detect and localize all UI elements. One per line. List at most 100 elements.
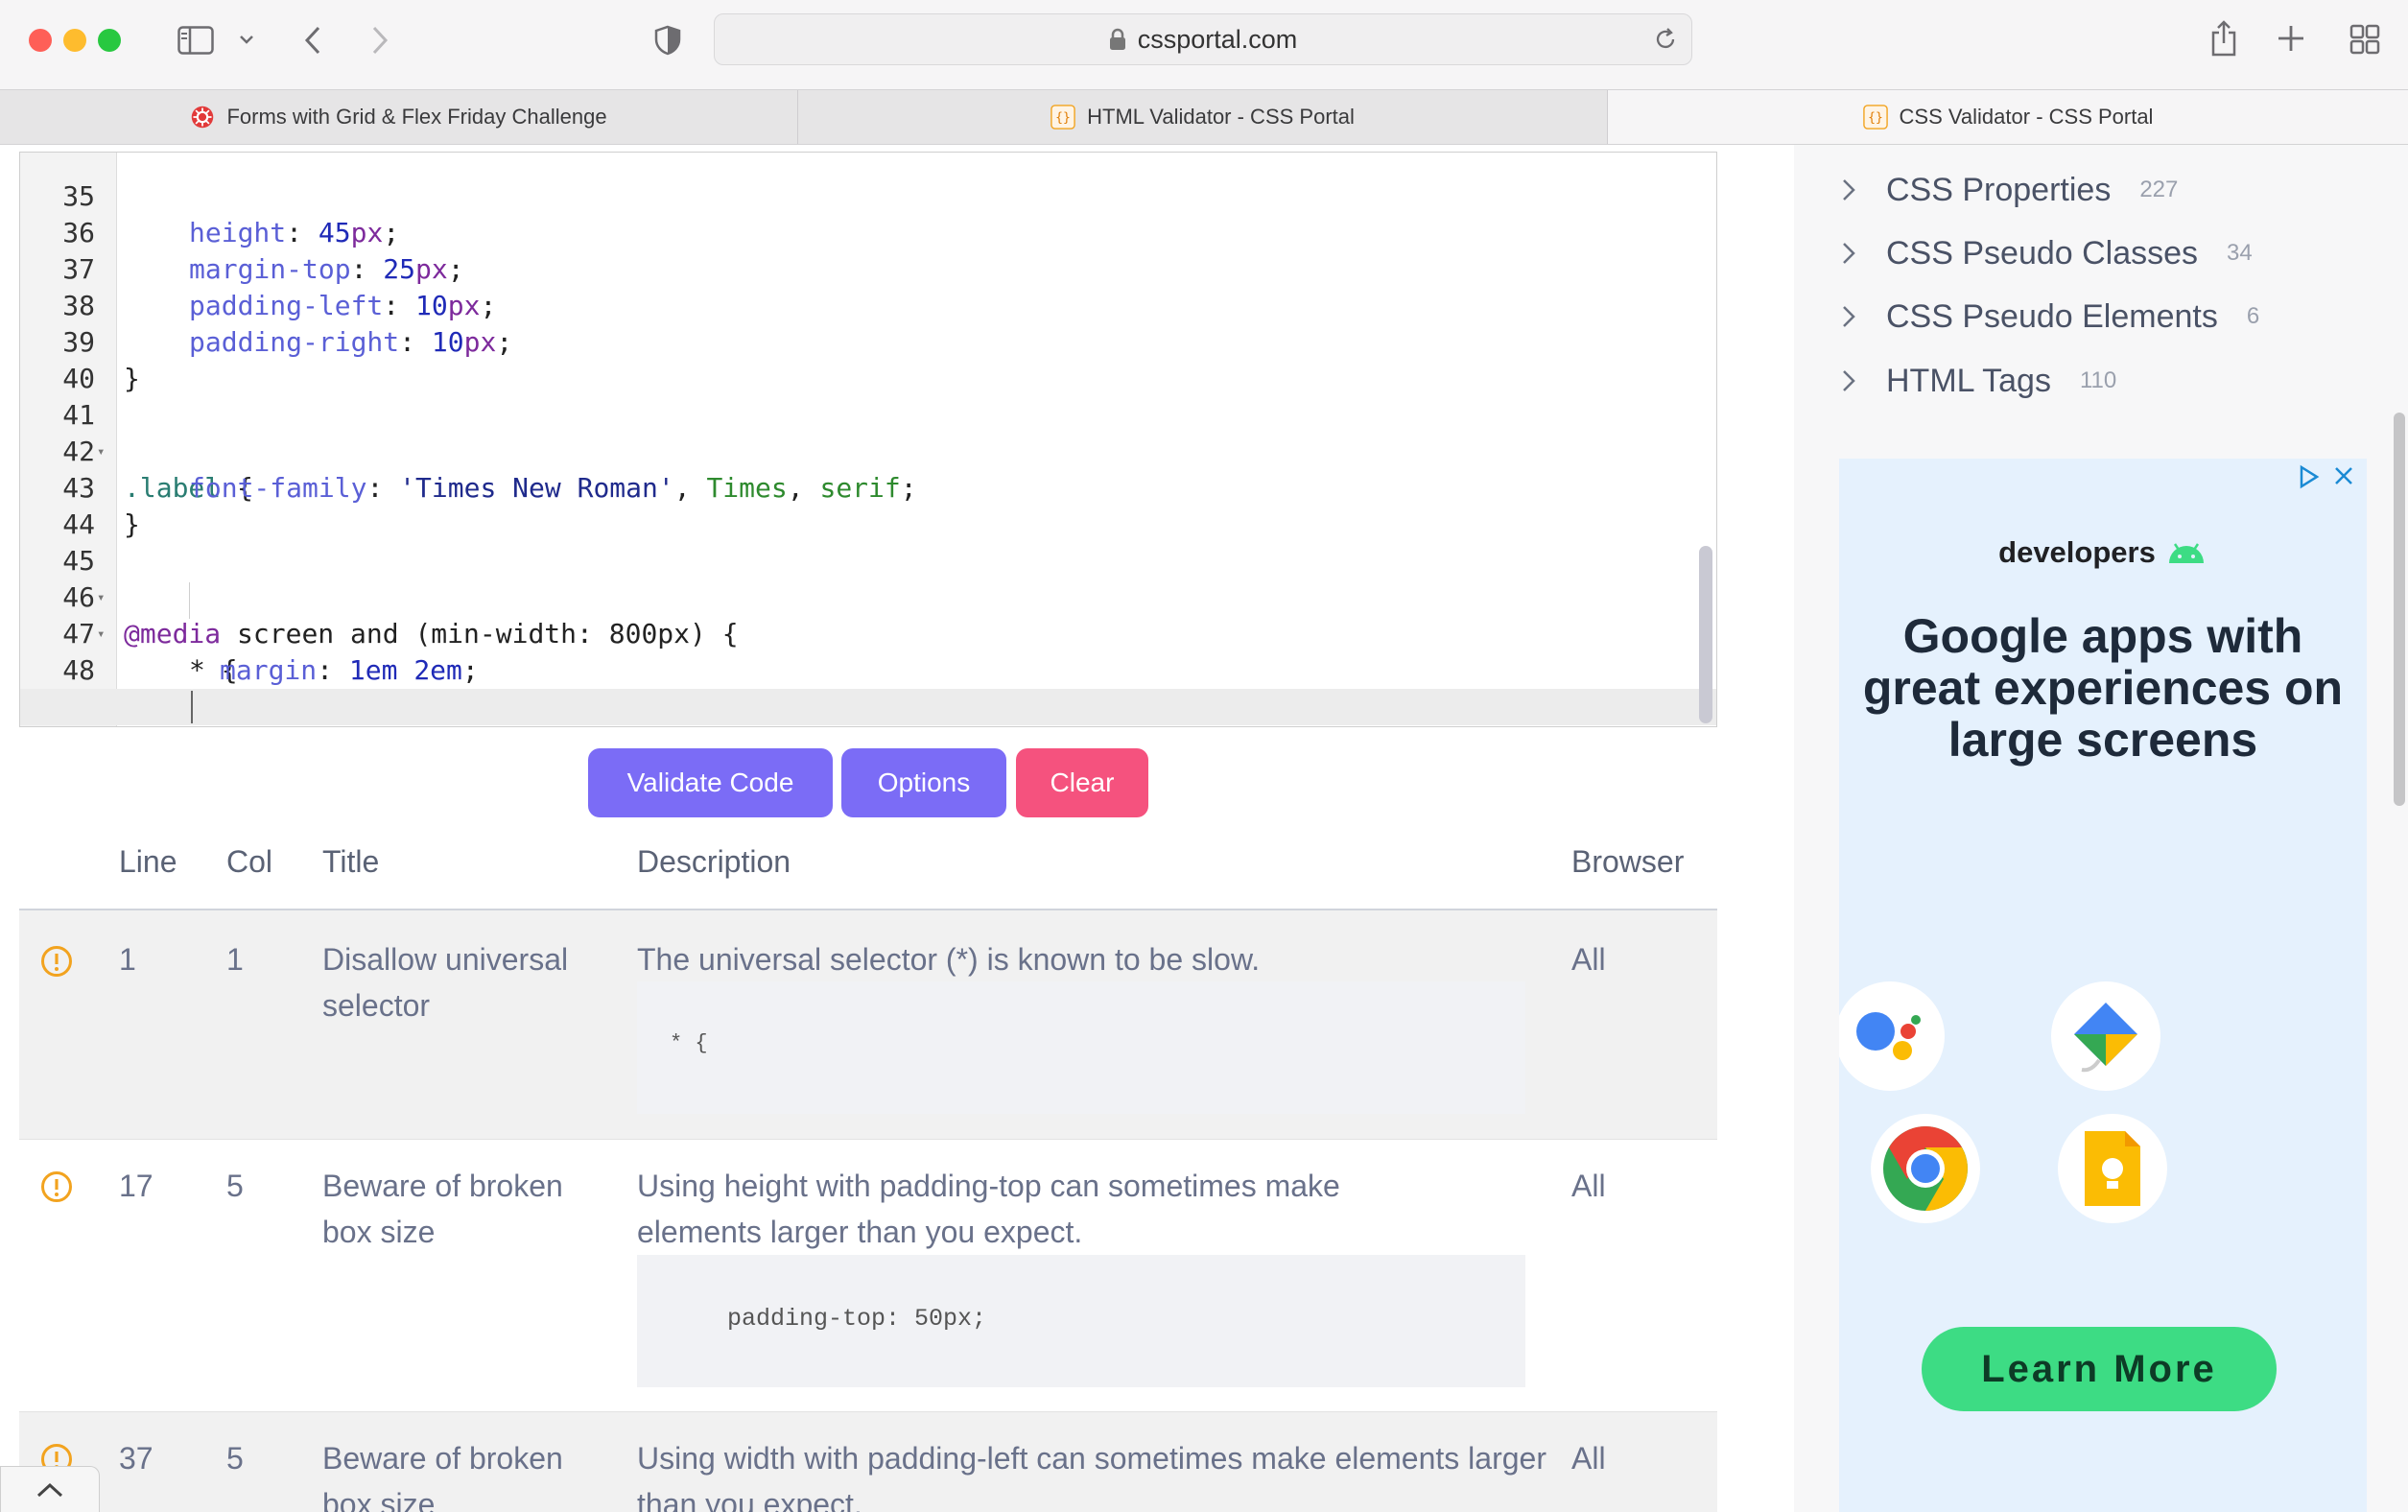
sidebar-item-label: CSS Pseudo Elements <box>1886 297 2218 335</box>
android-icon <box>2168 543 2204 563</box>
share-icon[interactable] <box>2207 17 2241 59</box>
row-title: Disallow universal selector <box>322 942 569 1023</box>
code-line: 43 } <box>20 434 1716 540</box>
lock-icon <box>1109 28 1126 51</box>
google-assistant-icon <box>1839 981 1945 1091</box>
column-header-col: Col <box>226 844 273 879</box>
new-tab-icon[interactable] <box>2276 23 2306 54</box>
row-col: 1 <box>226 942 244 977</box>
address-bar[interactable]: cssportal.com <box>714 13 1692 65</box>
sidebar-item-label: CSS Properties <box>1886 171 2112 208</box>
svg-text:{}: {} <box>1868 111 1883 126</box>
cssportal-favicon-icon: {} <box>1051 105 1075 130</box>
table-row: 1 1 Disallow universal selector The univ… <box>19 910 1717 1140</box>
code-line: 44 <box>20 470 1716 540</box>
code-snippet: padding-top: 50px; <box>637 1255 1525 1387</box>
column-header-browser: Browser <box>1571 844 1685 879</box>
line-number: 50 <box>20 725 95 726</box>
chevron-right-icon <box>1842 369 1865 392</box>
google-kite-icon <box>2051 981 2160 1091</box>
code-line-current: 50 <box>20 689 1716 725</box>
sidebar-item-html-tags[interactable]: HTML Tags 110 <box>1842 357 2116 405</box>
cssportal-favicon-icon: {} <box>1862 105 1888 130</box>
chevron-right-icon <box>1842 242 1865 265</box>
tab-bar: Forms with Grid & Flex Friday Challenge … <box>0 89 2408 145</box>
sidebar-item-css-pseudo-elements[interactable]: CSS Pseudo Elements 6 <box>1842 293 2259 341</box>
collapse-panel-button[interactable] <box>0 1466 100 1512</box>
sidebar-item-count: 227 <box>2139 177 2179 202</box>
browser-toolbar: cssportal.com <box>0 0 2408 89</box>
code-line: 39 } <box>20 288 1716 394</box>
privacy-shield-icon[interactable] <box>650 23 685 58</box>
column-header-line: Line <box>119 844 177 879</box>
table-row: 37 5 Beware of broken box size Using wid… <box>19 1412 1717 1512</box>
code-line: 41 ▾ .label { <box>20 361 1716 504</box>
chevron-right-icon <box>1842 305 1865 328</box>
warning-icon <box>41 1171 72 1202</box>
learn-more-button[interactable]: Learn More <box>1922 1327 2277 1411</box>
reload-icon[interactable] <box>1653 27 1678 59</box>
back-button[interactable] <box>297 21 328 59</box>
options-button[interactable]: Options <box>841 748 1006 817</box>
svg-text:{}: {} <box>1055 111 1071 126</box>
clear-button[interactable]: Clear <box>1016 748 1148 817</box>
code-snippet: * { <box>637 981 1525 1114</box>
tab-forms-challenge[interactable]: Forms with Grid & Flex Friday Challenge <box>0 90 798 144</box>
ad-choices-icon[interactable] <box>2298 464 2325 491</box>
ad-headline: Google apps with great experiences on la… <box>1862 609 2344 767</box>
code-line: 45 ▾ @media screen and (min-width: 800px… <box>20 507 1716 650</box>
chevron-down-icon[interactable] <box>236 29 257 50</box>
column-header-description: Description <box>637 844 791 879</box>
row-description: Using width with padding-left can someti… <box>637 1441 1546 1512</box>
tab-overview-icon[interactable] <box>2349 23 2381 56</box>
chevron-up-icon <box>36 1482 63 1497</box>
tab-title: CSS Validator - CSS Portal <box>1899 105 2154 129</box>
url-text: cssportal.com <box>1137 24 1298 54</box>
column-header-title: Title <box>322 844 380 879</box>
code-line: 48 } <box>20 616 1716 722</box>
row-col: 5 <box>226 1169 244 1203</box>
sidebar-item-css-properties[interactable]: CSS Properties 227 <box>1842 166 2178 214</box>
row-line: 1 <box>119 942 136 977</box>
code-line: 46 ▾ * { <box>20 543 1716 686</box>
sidebar-item-css-pseudo-classes[interactable]: CSS Pseudo Classes 34 <box>1842 229 2253 277</box>
row-browser: All <box>1571 942 1606 977</box>
sidebar-item-label: HTML Tags <box>1886 362 2051 399</box>
row-title: Beware of broken box size <box>322 1441 563 1512</box>
row-line: 17 <box>119 1169 153 1203</box>
code-line: 38 padding-right: 10px; <box>20 251 1716 358</box>
table-row: 17 5 Beware of broken box size Using hei… <box>19 1140 1717 1412</box>
validate-code-button[interactable]: Validate Code <box>588 748 833 817</box>
row-browser: All <box>1571 1441 1606 1476</box>
code-line: 37 padding-left: 10px; <box>20 215 1716 321</box>
ad-close-icon[interactable] <box>2332 464 2359 491</box>
sidebar-item-label: CSS Pseudo Classes <box>1886 234 2199 272</box>
code-line: 49 } <box>20 652 1716 722</box>
code-line: 40 <box>20 324 1716 394</box>
ad-brand-name: developers <box>1998 535 2156 569</box>
row-title: Beware of broken box size <box>322 1169 563 1249</box>
close-window-button[interactable] <box>29 29 52 52</box>
code-snippet-text: padding-top: 50px; <box>670 1305 987 1333</box>
code-line: 35 height: 45px; <box>20 153 1716 248</box>
zoom-window-button[interactable] <box>98 29 121 52</box>
page-scrollbar[interactable] <box>2394 413 2405 806</box>
forward-button[interactable] <box>365 21 395 59</box>
editor-scrollbar[interactable] <box>1699 546 1712 723</box>
tab-html-validator[interactable]: {} HTML Validator - CSS Portal <box>798 90 1608 144</box>
google-keep-icon <box>2058 1114 2167 1223</box>
code-line: 36 margin-top: 25px; <box>20 178 1716 285</box>
css-code-editor[interactable]: 35 height: 45px; 36 margin-top: 25px; 37… <box>19 152 1717 727</box>
codepen-favicon-icon <box>190 105 215 130</box>
indent-guide <box>189 582 190 619</box>
sidebar-toggle-icon[interactable] <box>177 23 215 58</box>
chrome-icon <box>1871 1114 1980 1223</box>
minimize-window-button[interactable] <box>63 29 86 52</box>
row-description: The universal selector (*) is known to b… <box>637 942 1261 977</box>
tab-css-validator[interactable]: {} CSS Validator - CSS Portal <box>1608 90 2408 144</box>
code-snippet-text: * { <box>670 1031 708 1055</box>
sidebar-item-count: 110 <box>2079 367 2117 393</box>
row-col: 5 <box>226 1441 244 1476</box>
advertisement[interactable]: developers Google apps with great experi… <box>1839 459 2367 1512</box>
warning-icon <box>41 946 72 977</box>
